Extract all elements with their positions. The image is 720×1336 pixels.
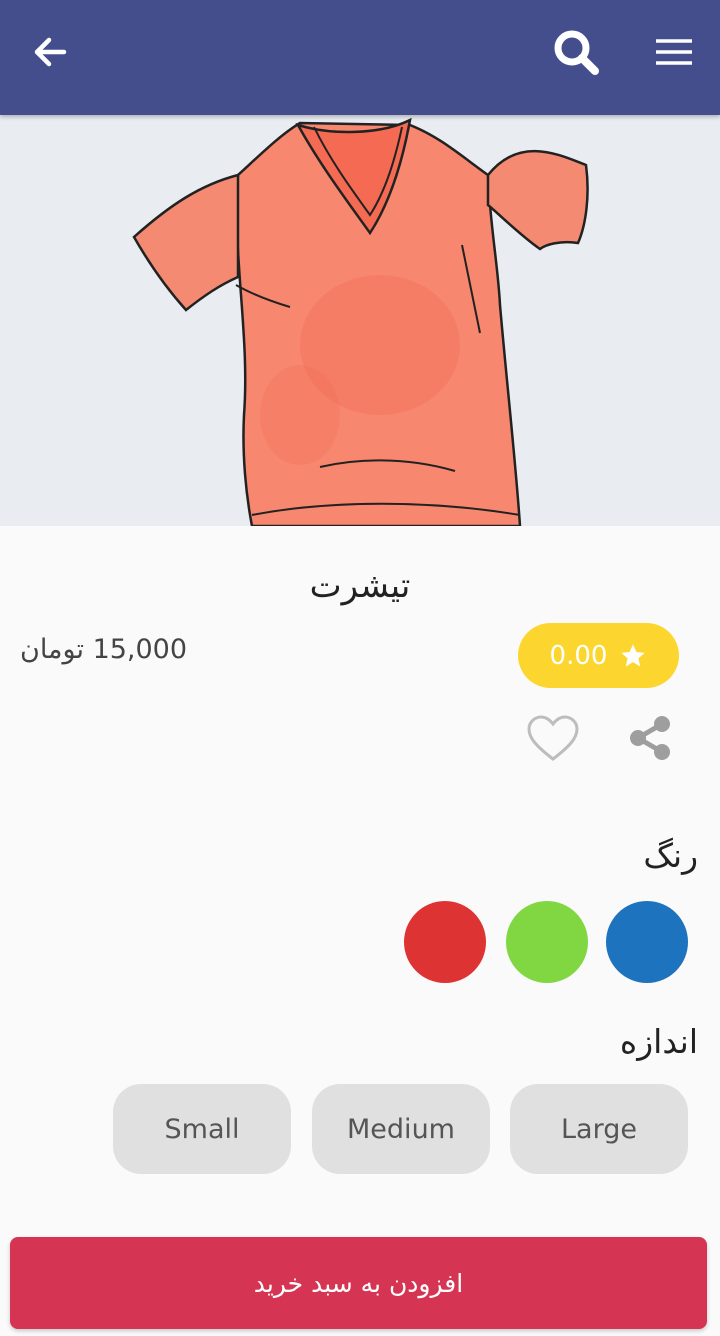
- star-icon: [621, 643, 646, 666]
- color-swatch-red[interactable]: [404, 901, 486, 983]
- hamburger-menu-icon: [656, 39, 692, 65]
- size-option-large[interactable]: Large: [510, 1084, 688, 1174]
- size-option-small[interactable]: Small: [113, 1084, 291, 1174]
- color-section-label: رنگ: [643, 836, 698, 875]
- share-icon: [630, 716, 670, 760]
- search-button[interactable]: [546, 22, 606, 82]
- size-section-label: اندازه: [619, 1022, 698, 1061]
- product-price: 15,000 تومان: [20, 634, 188, 665]
- product-image: [132, 117, 589, 526]
- share-button[interactable]: [624, 712, 676, 764]
- heart-outline-icon: [527, 715, 579, 761]
- rating-badge[interactable]: 0.00: [518, 623, 679, 688]
- add-to-cart-button[interactable]: افزودن به سبد خرید: [10, 1237, 707, 1329]
- arrow-left-icon: [34, 37, 67, 67]
- menu-button[interactable]: [648, 24, 700, 80]
- product-image-gallery[interactable]: [0, 115, 720, 526]
- app-bar: [0, 0, 720, 115]
- size-option-medium[interactable]: Medium: [312, 1084, 490, 1174]
- product-title: تیشرت: [309, 566, 411, 606]
- back-button[interactable]: [22, 24, 78, 80]
- color-swatch-green[interactable]: [506, 901, 588, 983]
- search-icon: [554, 30, 599, 75]
- favorite-button[interactable]: [526, 714, 580, 764]
- color-swatch-blue[interactable]: [606, 901, 688, 983]
- rating-value: 0.00: [549, 640, 608, 671]
